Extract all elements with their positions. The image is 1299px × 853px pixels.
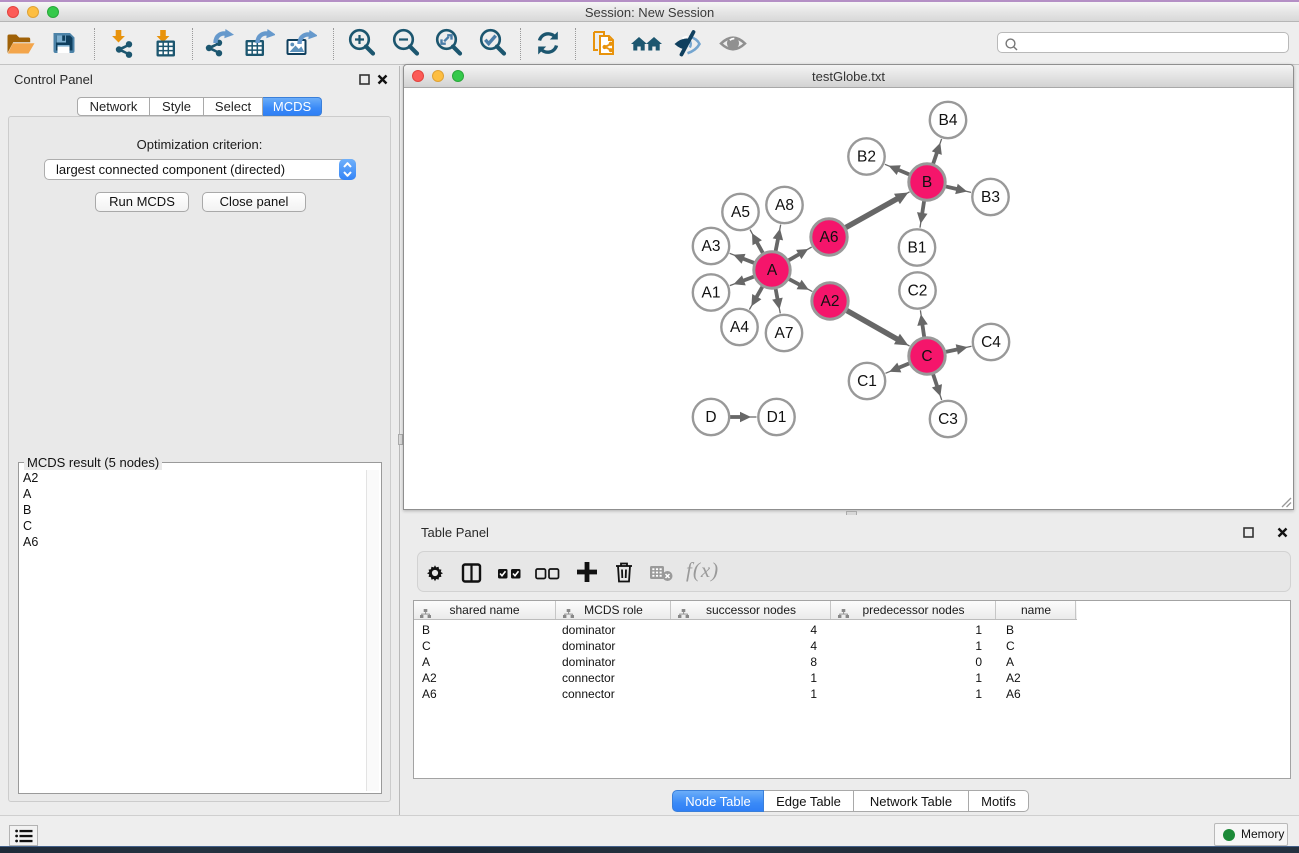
svg-text:B2: B2 (857, 149, 876, 166)
svg-text:C: C (921, 348, 932, 365)
svg-text:A2: A2 (821, 293, 840, 310)
svg-text:A1: A1 (702, 285, 721, 302)
svg-text:A6: A6 (820, 229, 839, 246)
svg-text:A7: A7 (775, 325, 794, 342)
svg-text:D1: D1 (767, 409, 787, 426)
svg-text:C4: C4 (981, 334, 1001, 351)
svg-text:A8: A8 (775, 197, 794, 214)
svg-text:A: A (767, 262, 778, 279)
svg-text:A3: A3 (702, 238, 721, 255)
svg-text:C3: C3 (938, 411, 958, 428)
svg-text:A5: A5 (731, 204, 750, 221)
svg-text:C1: C1 (857, 373, 877, 390)
svg-text:A4: A4 (730, 319, 749, 336)
svg-text:B3: B3 (981, 189, 1000, 206)
svg-text:C2: C2 (908, 283, 928, 300)
svg-text:D: D (705, 409, 716, 426)
svg-text:B4: B4 (939, 112, 958, 129)
svg-text:B: B (922, 174, 932, 191)
svg-text:B1: B1 (908, 240, 927, 257)
